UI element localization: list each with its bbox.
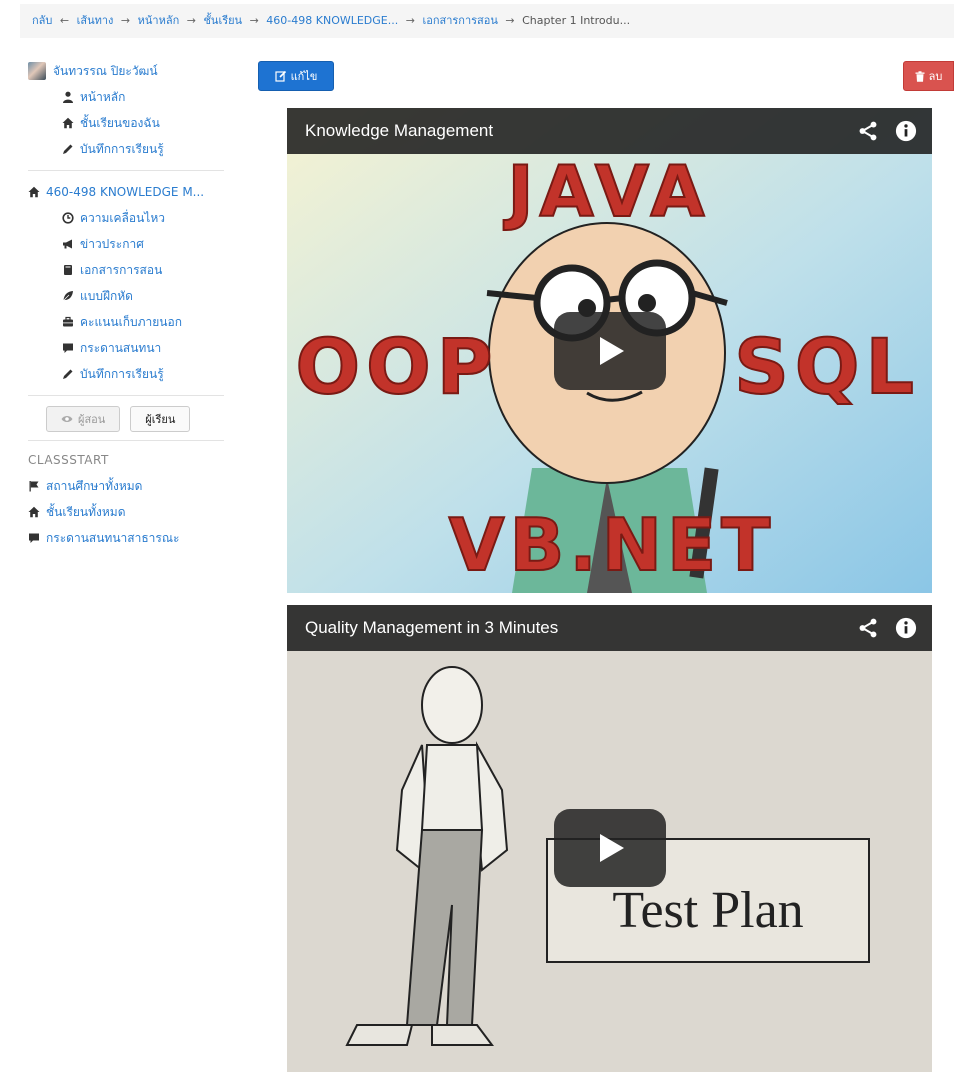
clock-icon [62, 212, 74, 224]
video-title-bar: Quality Management in 3 Minutes [287, 605, 932, 651]
user-menu: หน้าหลัก ชั้นเรียนของฉัน บันทึกการเรียนร… [28, 84, 224, 162]
video-player-knowledge-management[interactable]: JAVA OOP SQL VB.NET Knowledge Management [287, 108, 932, 593]
sidebar-course-link[interactable]: 460-498 KNOWLEDGE M... [28, 179, 224, 205]
sidebar-item-label: หน้าหลัก [80, 89, 126, 104]
breadcrumb-separator: → [505, 14, 515, 27]
play-icon [600, 337, 624, 365]
sidebar-item-label: คะแนนเก็บภายนอก [80, 314, 182, 329]
pencil-icon [62, 143, 74, 155]
sidebar-item-home[interactable]: หน้าหลัก [28, 84, 224, 110]
edit-icon [274, 70, 287, 82]
breadcrumb-back-arrow: ← [59, 14, 70, 27]
sidebar-item-label: เอกสารการสอน [80, 262, 163, 277]
video-title[interactable]: Knowledge Management [305, 121, 856, 141]
classstart-heading: CLASSSTART [28, 453, 109, 467]
thumb-word-sql: SQL [734, 322, 920, 411]
sidebar-item-public-discussion[interactable]: กระดานสนทนาสาธารณะ [28, 525, 224, 551]
share-icon[interactable] [856, 616, 880, 640]
thumb-word-java: JAVA [503, 151, 710, 233]
user-profile-link[interactable]: จันทวรรณ ปิยะวัฒน์ [28, 58, 224, 84]
breadcrumb-home-link[interactable]: หน้าหลัก [138, 14, 180, 27]
divider [28, 395, 224, 396]
delete-button-label: ลบ [928, 70, 943, 83]
course-menu: ความเคลื่อนไหว ข่าวประกาศ เอกสารการสอน แ… [28, 205, 224, 387]
sidebar-item-label: สถานศึกษาทั้งหมด [46, 478, 143, 493]
eye-icon [61, 413, 73, 425]
pencil-icon [62, 368, 74, 380]
divider [28, 170, 224, 171]
breadcrumb-separator: → [186, 14, 196, 27]
classstart-menu: สถานศึกษาทั้งหมด ชั้นเรียนทั้งหมด กระดาน… [28, 473, 224, 551]
thumb-word-oop: OOP [296, 322, 499, 411]
flag-icon [28, 480, 40, 492]
sidebar-item-course-learning-log[interactable]: บันทึกการเรียนรู้ [28, 361, 224, 387]
course-name: 460-498 KNOWLEDGE M... [46, 185, 205, 199]
breadcrumb-course-link[interactable]: 460-498 KNOWLEDGE... [266, 14, 398, 27]
user-name: จันทวรรณ ปิยะวัฒน์ [53, 63, 158, 78]
sidebar-item-all-classes[interactable]: ชั้นเรียนทั้งหมด [28, 499, 224, 525]
breadcrumb: กลับ ← เส้นทาง → หน้าหลัก → ชั้นเรียน → … [20, 4, 954, 38]
home-icon [28, 186, 40, 198]
sidebar-item-exercises[interactable]: แบบฝึกหัด [28, 283, 224, 309]
sidebar-item-label: กระดานสนทนา [80, 340, 162, 355]
sidebar-item-label: กระดานสนทนาสาธารณะ [46, 530, 180, 545]
role-toggle: ผู้สอน ผู้เรียน [46, 406, 224, 432]
breadcrumb-separator: → [120, 14, 131, 27]
sidebar-item-label: ชั้นเรียนของฉัน [80, 115, 160, 130]
thumb-word-test-plan: Test Plan [612, 882, 803, 939]
sidebar-item-label: บันทึกการเรียนรู้ [80, 141, 164, 156]
video-title[interactable]: Quality Management in 3 Minutes [305, 618, 856, 638]
home-icon [62, 117, 74, 129]
edit-button-label: แก้ไข [290, 70, 318, 83]
sidebar-item-activity[interactable]: ความเคลื่อนไหว [28, 205, 224, 231]
play-icon [600, 834, 624, 862]
home-icon [28, 506, 40, 518]
comment-icon [28, 532, 40, 544]
play-button[interactable] [554, 809, 666, 887]
comment-icon [62, 342, 74, 354]
sidebar-item-label: ข่าวประกาศ [80, 236, 144, 251]
sidebar-item-learning-log[interactable]: บันทึกการเรียนรู้ [28, 136, 224, 162]
sidebar-item-external-scores[interactable]: คะแนนเก็บภายนอก [28, 309, 224, 335]
sidebar-item-all-institutions[interactable]: สถานศึกษาทั้งหมด [28, 473, 224, 499]
breadcrumb-path-link[interactable]: เส้นทาง [77, 14, 114, 27]
trash-icon [915, 70, 925, 82]
sidebar: จันทวรรณ ปิยะวัฒน์ หน้าหลัก ชั้นเรียนของ… [28, 58, 224, 551]
avatar [28, 62, 46, 80]
sidebar-item-label: ความเคลื่อนไหว [80, 210, 165, 225]
breadcrumb-back-link[interactable]: กลับ [32, 14, 52, 27]
sidebar-item-discussion[interactable]: กระดานสนทนา [28, 335, 224, 361]
sidebar-item-label: แบบฝึกหัด [80, 288, 133, 303]
share-icon[interactable] [856, 119, 880, 143]
breadcrumb-current: Chapter 1 Introdu... [522, 14, 631, 27]
teacher-role-label: ผู้สอน [78, 413, 106, 426]
briefcase-icon [62, 316, 74, 328]
teacher-role-button[interactable]: ผู้สอน [46, 406, 121, 432]
info-icon[interactable] [894, 616, 918, 640]
edit-button[interactable]: แก้ไข [258, 61, 334, 91]
video-title-bar: Knowledge Management [287, 108, 932, 154]
info-icon[interactable] [894, 119, 918, 143]
video-player-quality-management[interactable]: Test Plan Quality Management in 3 Minute… [287, 605, 932, 1072]
sidebar-item-label: ชั้นเรียนทั้งหมด [46, 504, 126, 519]
sidebar-item-label: บันทึกการเรียนรู้ [80, 366, 164, 381]
sidebar-item-my-classes[interactable]: ชั้นเรียนของฉัน [28, 110, 224, 136]
breadcrumb-classes-link[interactable]: ชั้นเรียน [203, 14, 242, 27]
megaphone-icon [62, 238, 74, 250]
leaf-icon [62, 290, 74, 302]
sidebar-item-announcements[interactable]: ข่าวประกาศ [28, 231, 224, 257]
student-role-button[interactable]: ผู้เรียน [130, 406, 191, 432]
play-button[interactable] [554, 312, 666, 390]
divider [28, 440, 224, 441]
student-role-label: ผู้เรียน [145, 413, 176, 426]
user-icon [62, 91, 74, 103]
breadcrumb-materials-link[interactable]: เอกสารการสอน [422, 14, 497, 27]
delete-button[interactable]: ลบ [903, 61, 954, 91]
book-icon [62, 264, 74, 276]
thumb-word-vbnet: VB.NET [449, 503, 776, 587]
sidebar-item-materials[interactable]: เอกสารการสอน [28, 257, 224, 283]
breadcrumb-separator: → [405, 14, 415, 27]
breadcrumb-separator: → [249, 14, 259, 27]
